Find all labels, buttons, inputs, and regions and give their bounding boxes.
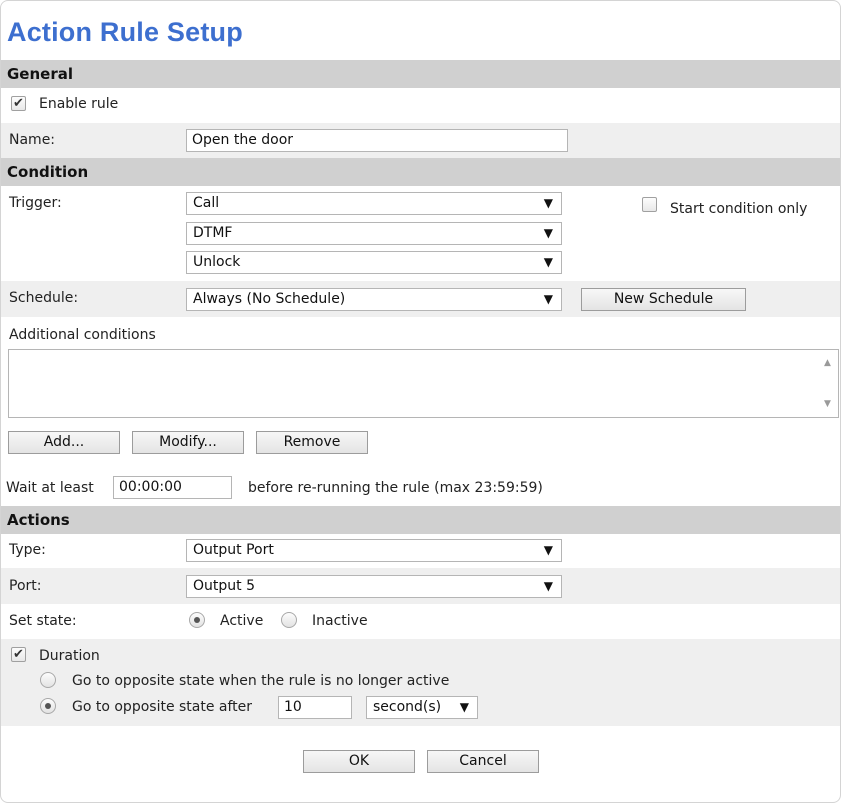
state-inactive-radio[interactable] bbox=[281, 612, 297, 628]
check-icon: ✔ bbox=[13, 647, 24, 662]
state-inactive-label: Inactive bbox=[312, 613, 368, 629]
page-title: Action Rule Setup bbox=[7, 17, 243, 47]
unit-value: second(s) bbox=[373, 699, 442, 715]
dropdown-arrow-icon: ▼ bbox=[543, 255, 553, 269]
scroll-down-icon[interactable]: ▼ bbox=[824, 399, 831, 409]
trigger-value-2: DTMF bbox=[193, 225, 233, 241]
dropdown-arrow-icon: ▼ bbox=[459, 700, 469, 714]
port-value: Output 5 bbox=[193, 578, 255, 594]
state-active-label: Active bbox=[220, 613, 264, 629]
new-schedule-button[interactable]: New Schedule bbox=[581, 288, 746, 311]
radio-selected-dot bbox=[45, 703, 51, 709]
name-input[interactable]: Open the door bbox=[186, 129, 568, 152]
dropdown-arrow-icon: ▼ bbox=[543, 292, 553, 306]
opposite-when-inactive-radio[interactable] bbox=[40, 672, 56, 688]
cancel-button[interactable]: Cancel bbox=[427, 750, 539, 773]
type-select[interactable]: Output Port ▼ bbox=[186, 539, 562, 562]
duration-label: Duration bbox=[39, 648, 100, 664]
section-general-header: General bbox=[1, 60, 840, 88]
radio-selected-dot bbox=[194, 617, 200, 623]
name-label: Name: bbox=[9, 132, 56, 148]
schedule-value: Always (No Schedule) bbox=[193, 291, 346, 307]
schedule-label: Schedule: bbox=[9, 290, 79, 306]
section-actions-header: Actions bbox=[1, 506, 840, 534]
dropdown-arrow-icon: ▼ bbox=[543, 226, 553, 240]
wait-label: Wait at least bbox=[6, 480, 94, 496]
enable-rule-label: Enable rule bbox=[39, 96, 119, 112]
add-button[interactable]: Add... bbox=[8, 431, 120, 454]
unit-select[interactable]: second(s) ▼ bbox=[366, 696, 478, 719]
action-rule-setup-dialog: Action Rule Setup General ✔ Enable rule … bbox=[0, 0, 841, 803]
opposite-after-input[interactable]: 10 bbox=[278, 696, 352, 719]
trigger-select-1[interactable]: Call ▼ bbox=[186, 192, 562, 215]
additional-conditions-list[interactable]: ▲ ▼ bbox=[8, 349, 839, 418]
modify-button[interactable]: Modify... bbox=[132, 431, 244, 454]
additional-conditions-label: Additional conditions bbox=[9, 327, 156, 343]
start-condition-only-checkbox[interactable] bbox=[642, 197, 657, 212]
trigger-label: Trigger: bbox=[9, 195, 62, 211]
ok-button[interactable]: OK bbox=[303, 750, 415, 773]
scrollbar[interactable]: ▲ ▼ bbox=[818, 350, 838, 417]
section-condition-header: Condition bbox=[1, 158, 840, 186]
trigger-select-2[interactable]: DTMF ▼ bbox=[186, 222, 562, 245]
opposite-after-radio[interactable] bbox=[40, 698, 56, 714]
port-label: Port: bbox=[9, 578, 42, 594]
wait-input[interactable]: 00:00:00 bbox=[113, 476, 232, 499]
trigger-value-1: Call bbox=[193, 195, 220, 211]
duration-checkbox[interactable]: ✔ bbox=[11, 647, 26, 662]
dropdown-arrow-icon: ▼ bbox=[543, 543, 553, 557]
type-value: Output Port bbox=[193, 542, 274, 558]
state-active-radio[interactable] bbox=[189, 612, 205, 628]
dropdown-arrow-icon: ▼ bbox=[543, 579, 553, 593]
enable-rule-checkbox[interactable]: ✔ bbox=[11, 96, 26, 111]
wait-suffix-label: before re-running the rule (max 23:59:59… bbox=[248, 480, 543, 496]
trigger-value-3: Unlock bbox=[193, 254, 241, 270]
opposite-when-inactive-label: Go to opposite state when the rule is no… bbox=[72, 673, 450, 689]
remove-button[interactable]: Remove bbox=[256, 431, 368, 454]
trigger-select-3[interactable]: Unlock ▼ bbox=[186, 251, 562, 274]
schedule-select[interactable]: Always (No Schedule) ▼ bbox=[186, 288, 562, 311]
set-state-label: Set state: bbox=[9, 613, 77, 629]
port-select[interactable]: Output 5 ▼ bbox=[186, 575, 562, 598]
dropdown-arrow-icon: ▼ bbox=[543, 196, 553, 210]
check-icon: ✔ bbox=[13, 96, 24, 111]
type-label: Type: bbox=[9, 542, 46, 558]
opposite-after-label: Go to opposite state after bbox=[72, 699, 253, 715]
start-condition-only-label: Start condition only bbox=[670, 201, 808, 217]
scroll-up-icon[interactable]: ▲ bbox=[824, 358, 831, 368]
